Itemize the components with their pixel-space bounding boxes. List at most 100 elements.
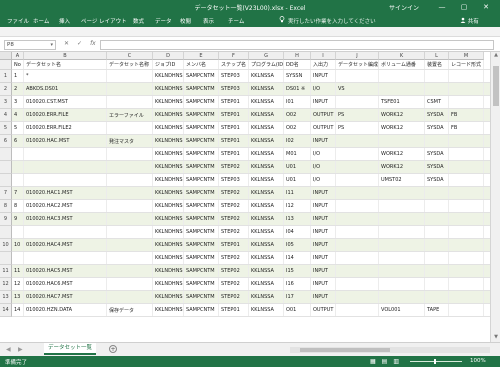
table-cell[interactable]: I12 <box>284 200 311 212</box>
row-header[interactable] <box>0 174 12 187</box>
table-cell[interactable]: U01 <box>284 161 311 173</box>
table-cell[interactable] <box>336 135 379 147</box>
table-cell[interactable] <box>379 252 425 264</box>
table-cell[interactable] <box>449 304 484 316</box>
table-cell[interactable] <box>449 291 484 303</box>
table-cell[interactable]: 010020.HAC2.MST <box>24 200 107 212</box>
table-cell[interactable]: KKLNDHNS <box>153 200 184 212</box>
table-cell[interactable] <box>107 291 153 303</box>
table-cell[interactable]: 010020.HAC4.MST <box>24 239 107 251</box>
table-cell[interactable]: SAMPCNTM <box>184 109 219 121</box>
table-cell[interactable]: 010020.ERR.FILE2 <box>24 122 107 134</box>
table-cell[interactable] <box>24 161 107 173</box>
table-cell[interactable]: I/O <box>311 83 336 95</box>
table-cell[interactable]: INPUT <box>311 96 336 108</box>
table-cell[interactable]: KKLNDHNS <box>153 226 184 238</box>
table-cell[interactable]: STEP01 <box>219 135 249 147</box>
row-header[interactable]: 5 <box>0 122 12 135</box>
table-cell[interactable] <box>12 252 24 264</box>
table-cell[interactable]: SAMPCNTM <box>184 291 219 303</box>
row-header[interactable]: 12 <box>0 278 12 291</box>
select-all-corner[interactable] <box>0 52 12 60</box>
table-cell[interactable]: KKLNSSA <box>249 96 284 108</box>
table-cell[interactable]: STEP01 <box>219 239 249 251</box>
table-cell[interactable]: PS <box>336 122 379 134</box>
table-cell[interactable]: KKLNDHNS <box>153 278 184 290</box>
row-header[interactable] <box>0 226 12 239</box>
table-cell[interactable] <box>107 174 153 186</box>
table-cell[interactable]: 12 <box>12 278 24 290</box>
table-cell[interactable] <box>379 265 425 277</box>
table-cell[interactable]: I13 <box>284 213 311 225</box>
table-cell[interactable] <box>379 213 425 225</box>
table-cell[interactable] <box>449 135 484 147</box>
worksheet-grid[interactable]: ABCDEFGHIJKLM No データセット名 データセット名称 ジョブID メンバ名… <box>0 52 500 342</box>
column-header-e[interactable]: E <box>184 52 219 60</box>
table-cell[interactable]: KKLNSSA <box>249 174 284 186</box>
table-cell[interactable] <box>107 213 153 225</box>
table-cell[interactable]: STEP01 <box>219 96 249 108</box>
table-cell[interactable]: 010020.HAC3.MST <box>24 213 107 225</box>
table-cell[interactable]: SAMPCNTM <box>184 239 219 251</box>
row-header[interactable] <box>0 161 12 174</box>
table-cell[interactable] <box>336 200 379 212</box>
table-cell[interactable]: KKLNSSA <box>249 148 284 160</box>
table-cell[interactable]: SAMPCNTM <box>184 96 219 108</box>
table-cell[interactable]: SAMPCNTM <box>184 265 219 277</box>
table-cell[interactable]: 4 <box>12 109 24 121</box>
table-cell[interactable]: SAMPCNTM <box>184 200 219 212</box>
table-cell[interactable]: I15 <box>284 265 311 277</box>
table-cell[interactable]: KKLNDHNS <box>153 252 184 264</box>
table-cell[interactable]: I01 <box>284 96 311 108</box>
column-header-h[interactable]: H <box>284 52 311 60</box>
table-cell[interactable]: KKLNDHNS <box>153 265 184 277</box>
table-cell[interactable]: KKLNDHNS <box>153 148 184 160</box>
row-header[interactable]: 1 <box>0 70 12 83</box>
table-cell[interactable]: 発注マスタ <box>107 135 153 147</box>
column-header-b[interactable]: B <box>24 52 107 60</box>
column-header-g[interactable]: G <box>249 52 284 60</box>
table-cell[interactable]: I16 <box>284 278 311 290</box>
table-cell[interactable] <box>449 226 484 238</box>
fx-icon[interactable]: fx <box>90 40 96 47</box>
page-layout-view-icon[interactable]: ▤ <box>382 358 388 365</box>
table-cell[interactable]: KKLNSSA <box>249 122 284 134</box>
table-cell[interactable]: FB <box>449 109 484 121</box>
table-cell[interactable] <box>379 239 425 251</box>
table-cell[interactable]: STEP01 <box>219 148 249 160</box>
table-cell[interactable] <box>449 265 484 277</box>
table-cell[interactable]: SYSSN <box>284 70 311 82</box>
table-cell[interactable] <box>449 70 484 82</box>
table-cell[interactable] <box>379 83 425 95</box>
column-header-l[interactable]: L <box>425 52 449 60</box>
table-cell[interactable] <box>336 213 379 225</box>
table-cell[interactable]: STEP03 <box>219 174 249 186</box>
table-cell[interactable]: SAMPCNTM <box>184 226 219 238</box>
table-cell[interactable]: SYSDA <box>425 122 449 134</box>
table-cell[interactable]: KKLNDHNS <box>153 304 184 316</box>
table-cell[interactable]: KKLNDHNS <box>153 135 184 147</box>
table-cell[interactable]: KKLNSSA <box>249 161 284 173</box>
table-cell[interactable]: KKLNSSA <box>249 135 284 147</box>
table-cell[interactable]: KKLNDHNS <box>153 239 184 251</box>
table-cell[interactable]: KKLNSSA <box>249 226 284 238</box>
chevron-down-icon[interactable]: ▾ <box>50 41 53 50</box>
table-cell[interactable] <box>24 174 107 186</box>
tell-me-box[interactable]: 実行したい作業を入力してください <box>279 16 391 25</box>
row-header[interactable]: 9 <box>0 213 12 226</box>
table-cell[interactable]: INPUT <box>311 291 336 303</box>
table-cell[interactable] <box>449 278 484 290</box>
table-cell[interactable]: 9 <box>12 213 24 225</box>
table-cell[interactable] <box>379 135 425 147</box>
table-cell[interactable]: 10 <box>12 239 24 251</box>
table-cell[interactable]: エラーファイル <box>107 109 153 121</box>
table-cell[interactable] <box>425 291 449 303</box>
tab-insert[interactable]: 挿入 <box>59 17 70 25</box>
table-cell[interactable] <box>24 148 107 160</box>
table-cell[interactable]: KKLNSSA <box>249 291 284 303</box>
table-cell[interactable]: UMST02 <box>379 174 425 186</box>
table-cell[interactable] <box>107 226 153 238</box>
column-header-d[interactable]: D <box>153 52 184 60</box>
table-cell[interactable] <box>449 174 484 186</box>
header-cell[interactable]: データセット名 <box>24 60 107 69</box>
